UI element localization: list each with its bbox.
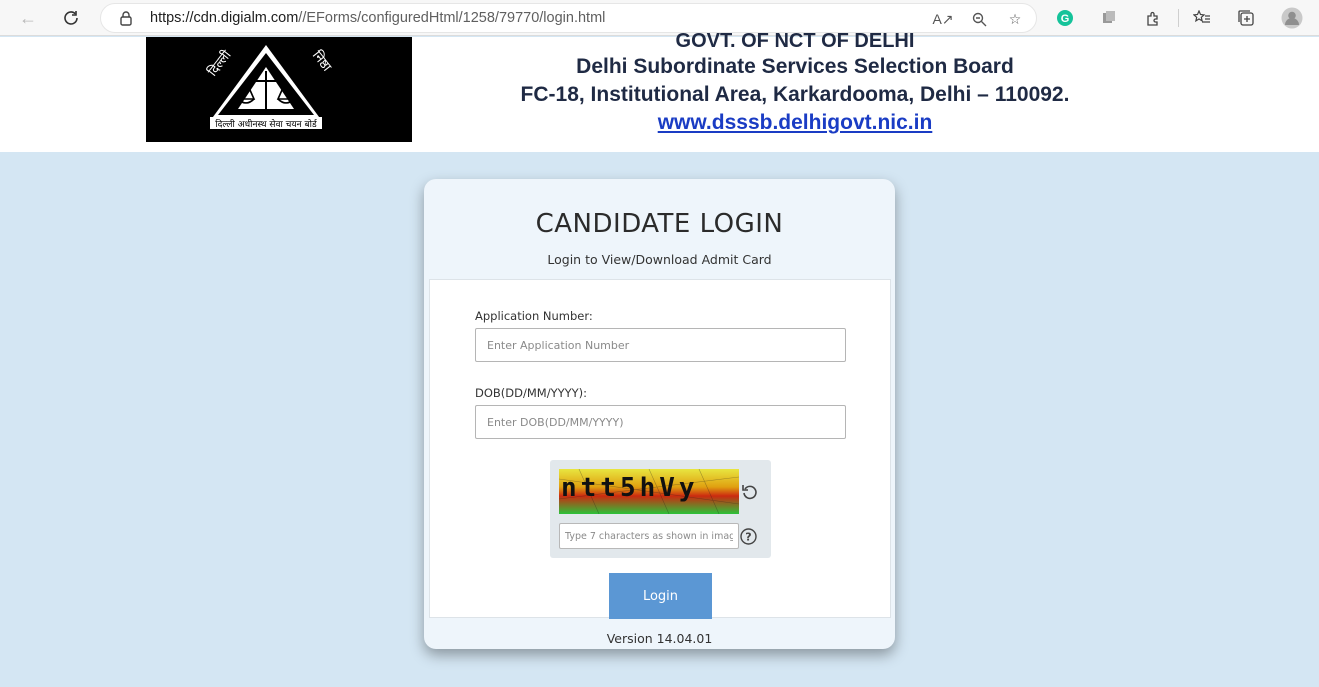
- url-path: //EForms/configuredHtml/1258/79770/login…: [298, 10, 606, 26]
- extension-icon[interactable]: [1097, 6, 1121, 30]
- govt-title: GOVT. OF NCT OF DELHI: [675, 31, 915, 47]
- toolbar-divider: [1178, 9, 1179, 27]
- extensions-puzzle-icon[interactable]: [1141, 6, 1165, 30]
- refresh-captcha-icon[interactable]: [740, 482, 760, 502]
- dob-input[interactable]: [475, 405, 846, 439]
- captcha-image: ntt5hVy: [559, 469, 739, 514]
- captcha-panel: ntt5hVy ?: [550, 460, 771, 558]
- logo-caption: दिल्ली अधीनस्थ सेवा चयन बोर्ड: [215, 118, 317, 130]
- board-name: Delhi Subordinate Services Selection Boa…: [576, 55, 1014, 78]
- login-subtitle: Login to View/Download Admit Card: [547, 252, 772, 267]
- dob-label: DOB(DD/MM/YYYY):: [475, 386, 588, 400]
- login-form: Application Number: DOB(DD/MM/YYYY): ntt…: [429, 279, 891, 619]
- url-text[interactable]: https://cdn.digialm.com//EForms/configur…: [150, 10, 605, 26]
- login-title: CANDIDATE LOGIN: [535, 209, 784, 239]
- version-text: Version 14.04.01: [606, 631, 713, 646]
- application-number-label: Application Number:: [475, 309, 593, 323]
- login-button[interactable]: Login: [609, 573, 712, 619]
- help-icon[interactable]: ?: [740, 528, 757, 545]
- url-host: https://cdn.digialm.com: [150, 10, 299, 26]
- application-number-input[interactable]: [475, 328, 846, 362]
- captcha-text: ntt5hVy: [561, 473, 699, 503]
- collections-icon[interactable]: [1234, 6, 1258, 30]
- board-address: FC-18, Institutional Area, Karkardooma, …: [520, 83, 1070, 106]
- svg-text:?: ?: [745, 531, 751, 544]
- login-card: CANDIDATE LOGIN Login to View/Download A…: [424, 179, 895, 649]
- read-aloud-icon[interactable]: A↗: [932, 9, 953, 29]
- address-bar[interactable]: https://cdn.digialm.com//EForms/configur…: [100, 3, 1037, 33]
- header-banner: दिल्ली निष्ठा दिल्ली अधीनस्थ सेवा चयन बो…: [0, 31, 1319, 152]
- board-website-link[interactable]: www.dsssb.delhigovt.nic.in: [420, 109, 1170, 137]
- grammarly-icon[interactable]: G: [1053, 6, 1077, 30]
- lock-icon[interactable]: [119, 10, 133, 26]
- favorites-icon[interactable]: [1190, 6, 1214, 30]
- zoom-icon[interactable]: [969, 9, 989, 29]
- svg-text:G: G: [1061, 13, 1070, 25]
- favorite-add-icon[interactable]: ☆: [1005, 9, 1025, 29]
- captcha-input[interactable]: [559, 523, 739, 549]
- back-icon[interactable]: ←: [16, 6, 40, 30]
- banner-text: GOVT. OF NCT OF DELHI Delhi Subordinate …: [420, 31, 1170, 137]
- reload-icon[interactable]: [59, 6, 83, 30]
- profile-avatar-icon[interactable]: [1280, 6, 1304, 30]
- dsssb-logo: दिल्ली निष्ठा दिल्ली अधीनस्थ सेवा चयन बो…: [146, 37, 412, 142]
